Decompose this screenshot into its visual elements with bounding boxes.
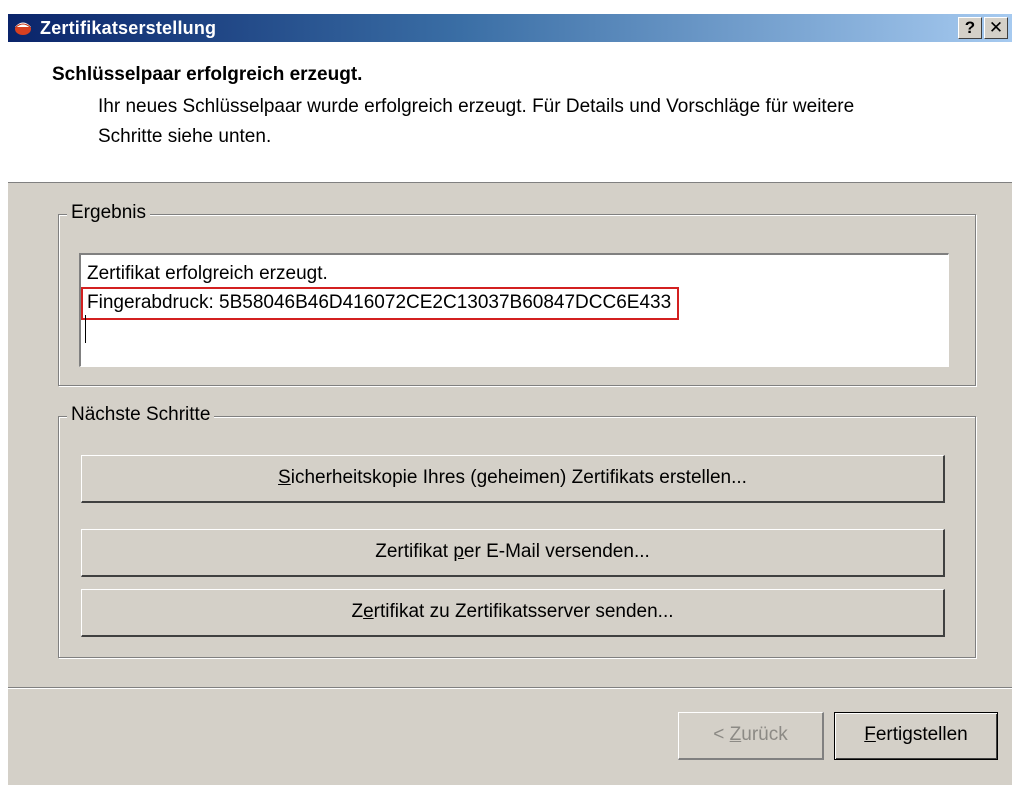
result-group: Ergebnis Zertifikat erfolgreich erzeugt.… bbox=[58, 202, 976, 386]
help-button[interactable]: ? bbox=[958, 17, 982, 39]
fingerprint-text: Fingerabdruck: 5B58046B46D416072CE2C1303… bbox=[81, 287, 680, 320]
back-button[interactable]: < Zurück bbox=[678, 712, 824, 760]
page-description: Ihr neues Schlüsselpaar wurde erfolgreic… bbox=[98, 96, 855, 147]
footer-separator bbox=[8, 687, 1012, 689]
result-text-area[interactable]: Zertifikat erfolgreich erzeugt. Fingerab… bbox=[79, 253, 949, 367]
send-to-server-button[interactable]: Zertifikat zu Zertifikatsserver senden..… bbox=[81, 589, 945, 637]
result-status-text: Zertifikat erfolgreich erzeugt. bbox=[87, 263, 328, 284]
backup-certificate-button[interactable]: Sicherheitskopie Ihres (geheimen) Zertif… bbox=[81, 455, 945, 503]
result-group-label: Ergebnis bbox=[67, 202, 150, 224]
next-steps-group-label: Nächste Schritte bbox=[67, 404, 215, 426]
window-title: Zertifikatserstellung bbox=[40, 18, 217, 38]
app-icon bbox=[15, 22, 31, 35]
title-bar[interactable]: Zertifikatserstellung ? ✕ bbox=[8, 14, 1012, 42]
close-button[interactable]: ✕ bbox=[984, 17, 1008, 39]
email-certificate-button[interactable]: Zertifikat per E-Mail versenden... bbox=[81, 529, 945, 577]
next-steps-group: Nächste Schritte Sicherheitskopie Ihres … bbox=[58, 404, 976, 658]
text-caret bbox=[85, 315, 86, 343]
finish-button[interactable]: Fertigstellen bbox=[834, 712, 998, 760]
certificate-wizard-dialog: Zertifikatserstellung ? ✕ Schlüsselpaar … bbox=[8, 14, 1012, 785]
wizard-header: Schlüsselpaar erfolgreich erzeugt. Ihr n… bbox=[8, 42, 1012, 183]
page-title: Schlüsselpaar erfolgreich erzeugt. bbox=[52, 64, 363, 85]
